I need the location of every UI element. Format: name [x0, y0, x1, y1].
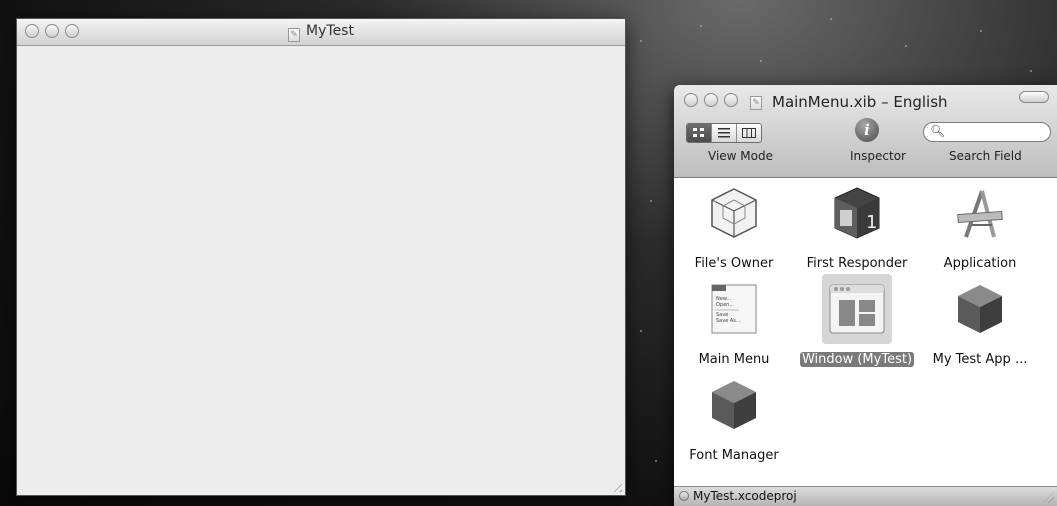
inspector-info-icon[interactable]: i	[855, 118, 879, 142]
document-icon: ✎	[288, 28, 301, 42]
window-controls	[684, 93, 738, 107]
window-title: MainMenu.xib – English	[772, 93, 948, 111]
desktop-star	[760, 60, 762, 62]
object-item-window[interactable]: Window (MyTest)	[797, 274, 917, 367]
icon-view-icon[interactable]	[687, 124, 712, 142]
object-label: Application	[943, 256, 1017, 271]
object-item-font-manager[interactable]: Font Manager	[674, 370, 794, 463]
object-grid: File's Owner 1 First Responder Applicati…	[674, 178, 1057, 487]
document-icon: ✎	[750, 96, 762, 110]
object-label: Window (MyTest)	[799, 352, 915, 367]
object-item-first-responder[interactable]: 1 First Responder	[797, 178, 917, 271]
desktop-star	[980, 30, 982, 32]
desktop-star	[650, 200, 652, 202]
desktop-star	[655, 460, 657, 462]
svg-text:1: 1	[866, 212, 877, 233]
object-label: Font Manager	[689, 448, 779, 463]
close-button[interactable]	[684, 93, 698, 107]
search-input[interactable]: 🔍︎	[923, 122, 1051, 142]
window-title: ✎ MyTest	[17, 23, 625, 42]
files-owner-cube-icon	[699, 178, 769, 248]
desktop-star	[640, 40, 642, 42]
desktop-star	[700, 25, 702, 27]
font-manager-cube-icon	[699, 370, 769, 440]
xib-toolbar: ✎ MainMenu.xib – English View Mode i Ins…	[674, 85, 1057, 178]
column-view-icon[interactable]	[737, 124, 761, 142]
object-cube-icon	[945, 274, 1015, 344]
menu-preview-line: Open...	[716, 302, 735, 308]
minimize-button[interactable]	[704, 93, 718, 107]
zoom-button[interactable]	[724, 93, 738, 107]
project-status-icon	[679, 491, 689, 501]
object-label: My Test App ...	[932, 352, 1028, 367]
window-content	[17, 46, 625, 495]
desktop-star	[1030, 70, 1032, 72]
status-bar: MyTest.xcodeproj	[674, 486, 1057, 506]
main-menu-icon: New... Open... Save Save As...	[699, 274, 769, 344]
desktop-star	[905, 45, 907, 47]
window-icon	[822, 274, 892, 344]
desktop-star	[640, 330, 642, 332]
xib-title-bar[interactable]: ✎ MainMenu.xib – English	[682, 91, 1057, 111]
object-label: File's Owner	[694, 256, 774, 271]
toolbar-toggle-button[interactable]	[1019, 91, 1049, 103]
search-icon: 🔍︎	[930, 124, 946, 138]
desktop-star	[830, 18, 832, 20]
view-mode-label: View Mode	[708, 149, 773, 163]
menu-preview-line: Save As...	[716, 318, 741, 324]
list-view-icon[interactable]	[712, 124, 737, 142]
object-item-application[interactable]: Application	[920, 178, 1040, 271]
mytest-window[interactable]: ✎ MyTest	[16, 18, 626, 496]
window-title-text: MyTest	[306, 23, 354, 39]
object-item-main-menu[interactable]: New... Open... Save Save As... Main Menu	[674, 274, 794, 367]
mytest-title-bar[interactable]: ✎ MyTest	[17, 19, 625, 46]
resize-grip-icon[interactable]	[1043, 492, 1054, 503]
object-item-files-owner[interactable]: File's Owner	[674, 178, 794, 271]
application-icon	[945, 178, 1015, 248]
project-name[interactable]: MyTest.xcodeproj	[693, 489, 797, 503]
view-mode-control[interactable]	[686, 123, 762, 143]
first-responder-icon: 1	[822, 178, 892, 248]
xib-document-window[interactable]: ✎ MainMenu.xib – English View Mode i Ins…	[674, 85, 1057, 506]
object-item-my-test-app[interactable]: My Test App ...	[920, 274, 1040, 367]
object-label: First Responder	[806, 256, 908, 271]
search-field-label: Search Field	[949, 149, 1022, 163]
inspector-label: Inspector	[850, 149, 906, 163]
object-label: Main Menu	[698, 352, 770, 367]
